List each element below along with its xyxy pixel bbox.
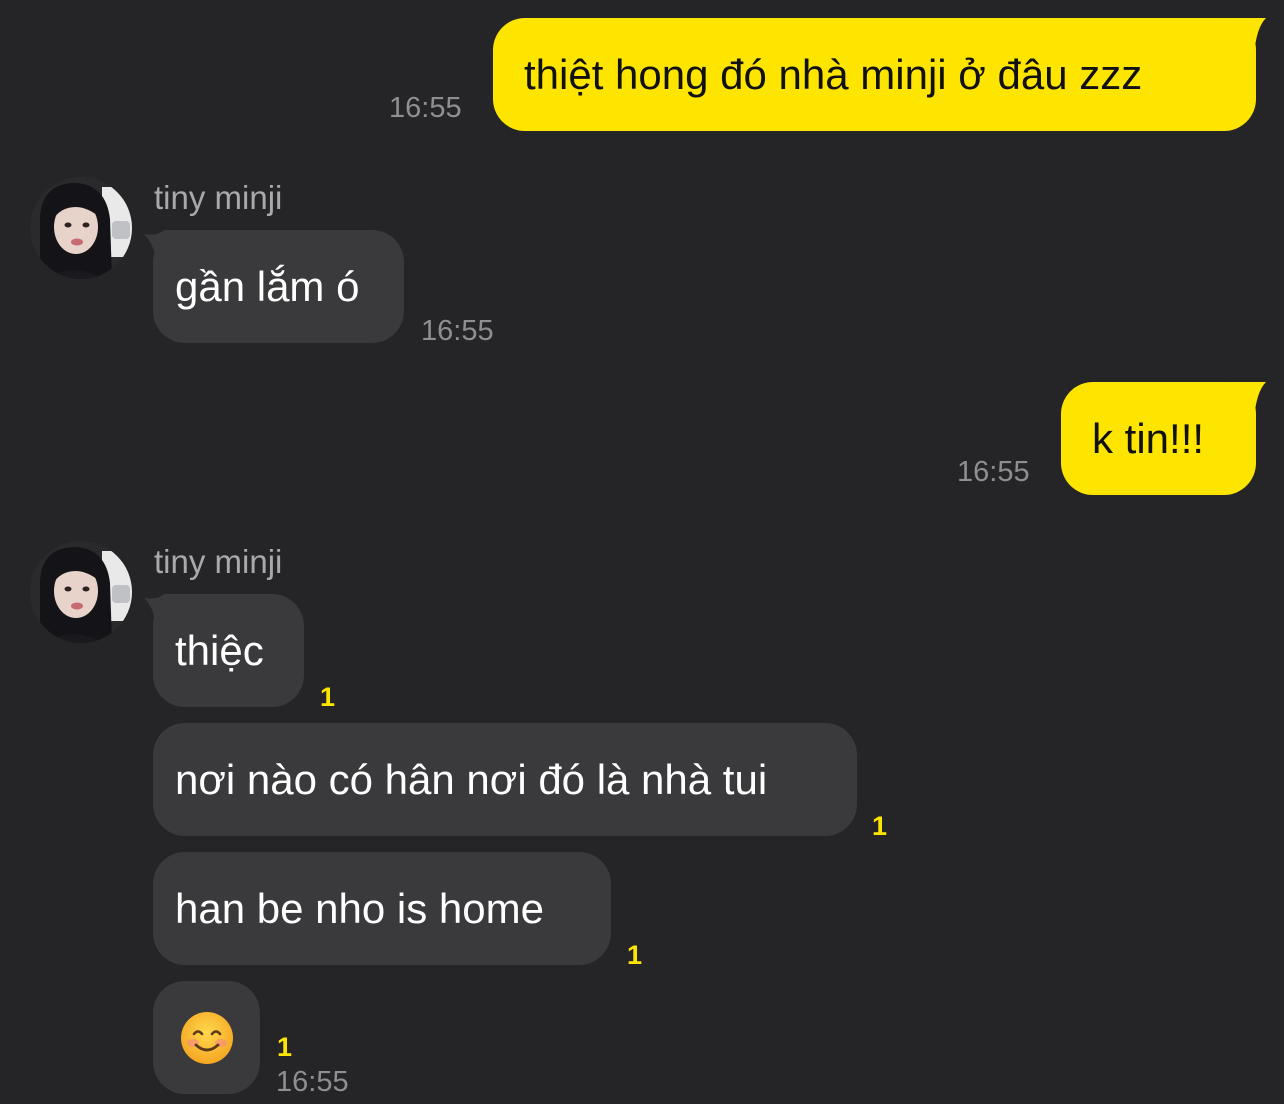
message-time: 16:55 bbox=[389, 92, 462, 124]
unread-count: 1 bbox=[320, 682, 336, 712]
contact-avatar[interactable] bbox=[30, 177, 132, 279]
contact-avatar[interactable] bbox=[30, 541, 132, 643]
bubble-tail bbox=[1226, 18, 1266, 56]
message-text: k tin!!! bbox=[1092, 414, 1205, 462]
incoming-bubble[interactable]: gần lắm ó bbox=[153, 230, 404, 343]
bubble-tail bbox=[1226, 382, 1266, 420]
message-text: gần lắm ó bbox=[175, 262, 360, 310]
smiling-face-emoji bbox=[180, 1011, 233, 1064]
unread-count: 1 bbox=[627, 940, 643, 970]
message-text: thiệt hong đó nhà minji ở đâu zzz bbox=[524, 50, 1143, 98]
incoming-bubble[interactable]: thiệc bbox=[153, 594, 304, 707]
message-time: 16:55 bbox=[276, 1066, 349, 1098]
message-time: 16:55 bbox=[421, 315, 494, 347]
unread-count: 1 bbox=[277, 1032, 293, 1062]
sender-name: tiny minji bbox=[154, 543, 283, 580]
outgoing-bubble[interactable]: thiệt hong đó nhà minji ở đâu zzz bbox=[493, 18, 1256, 131]
incoming-emoji-bubble[interactable] bbox=[153, 981, 260, 1094]
unread-count: 1 bbox=[872, 811, 888, 841]
sender-name: tiny minji bbox=[154, 179, 283, 216]
incoming-bubble[interactable]: han be nho is home bbox=[153, 852, 611, 965]
message-text: thiệc bbox=[175, 626, 264, 674]
message-time: 16:55 bbox=[957, 456, 1030, 488]
incoming-bubble[interactable]: nơi nào có hân nơi đó là nhà tui bbox=[153, 723, 857, 836]
message-text: han be nho is home bbox=[175, 884, 544, 932]
message-text: nơi nào có hân nơi đó là nhà tui bbox=[175, 755, 768, 803]
